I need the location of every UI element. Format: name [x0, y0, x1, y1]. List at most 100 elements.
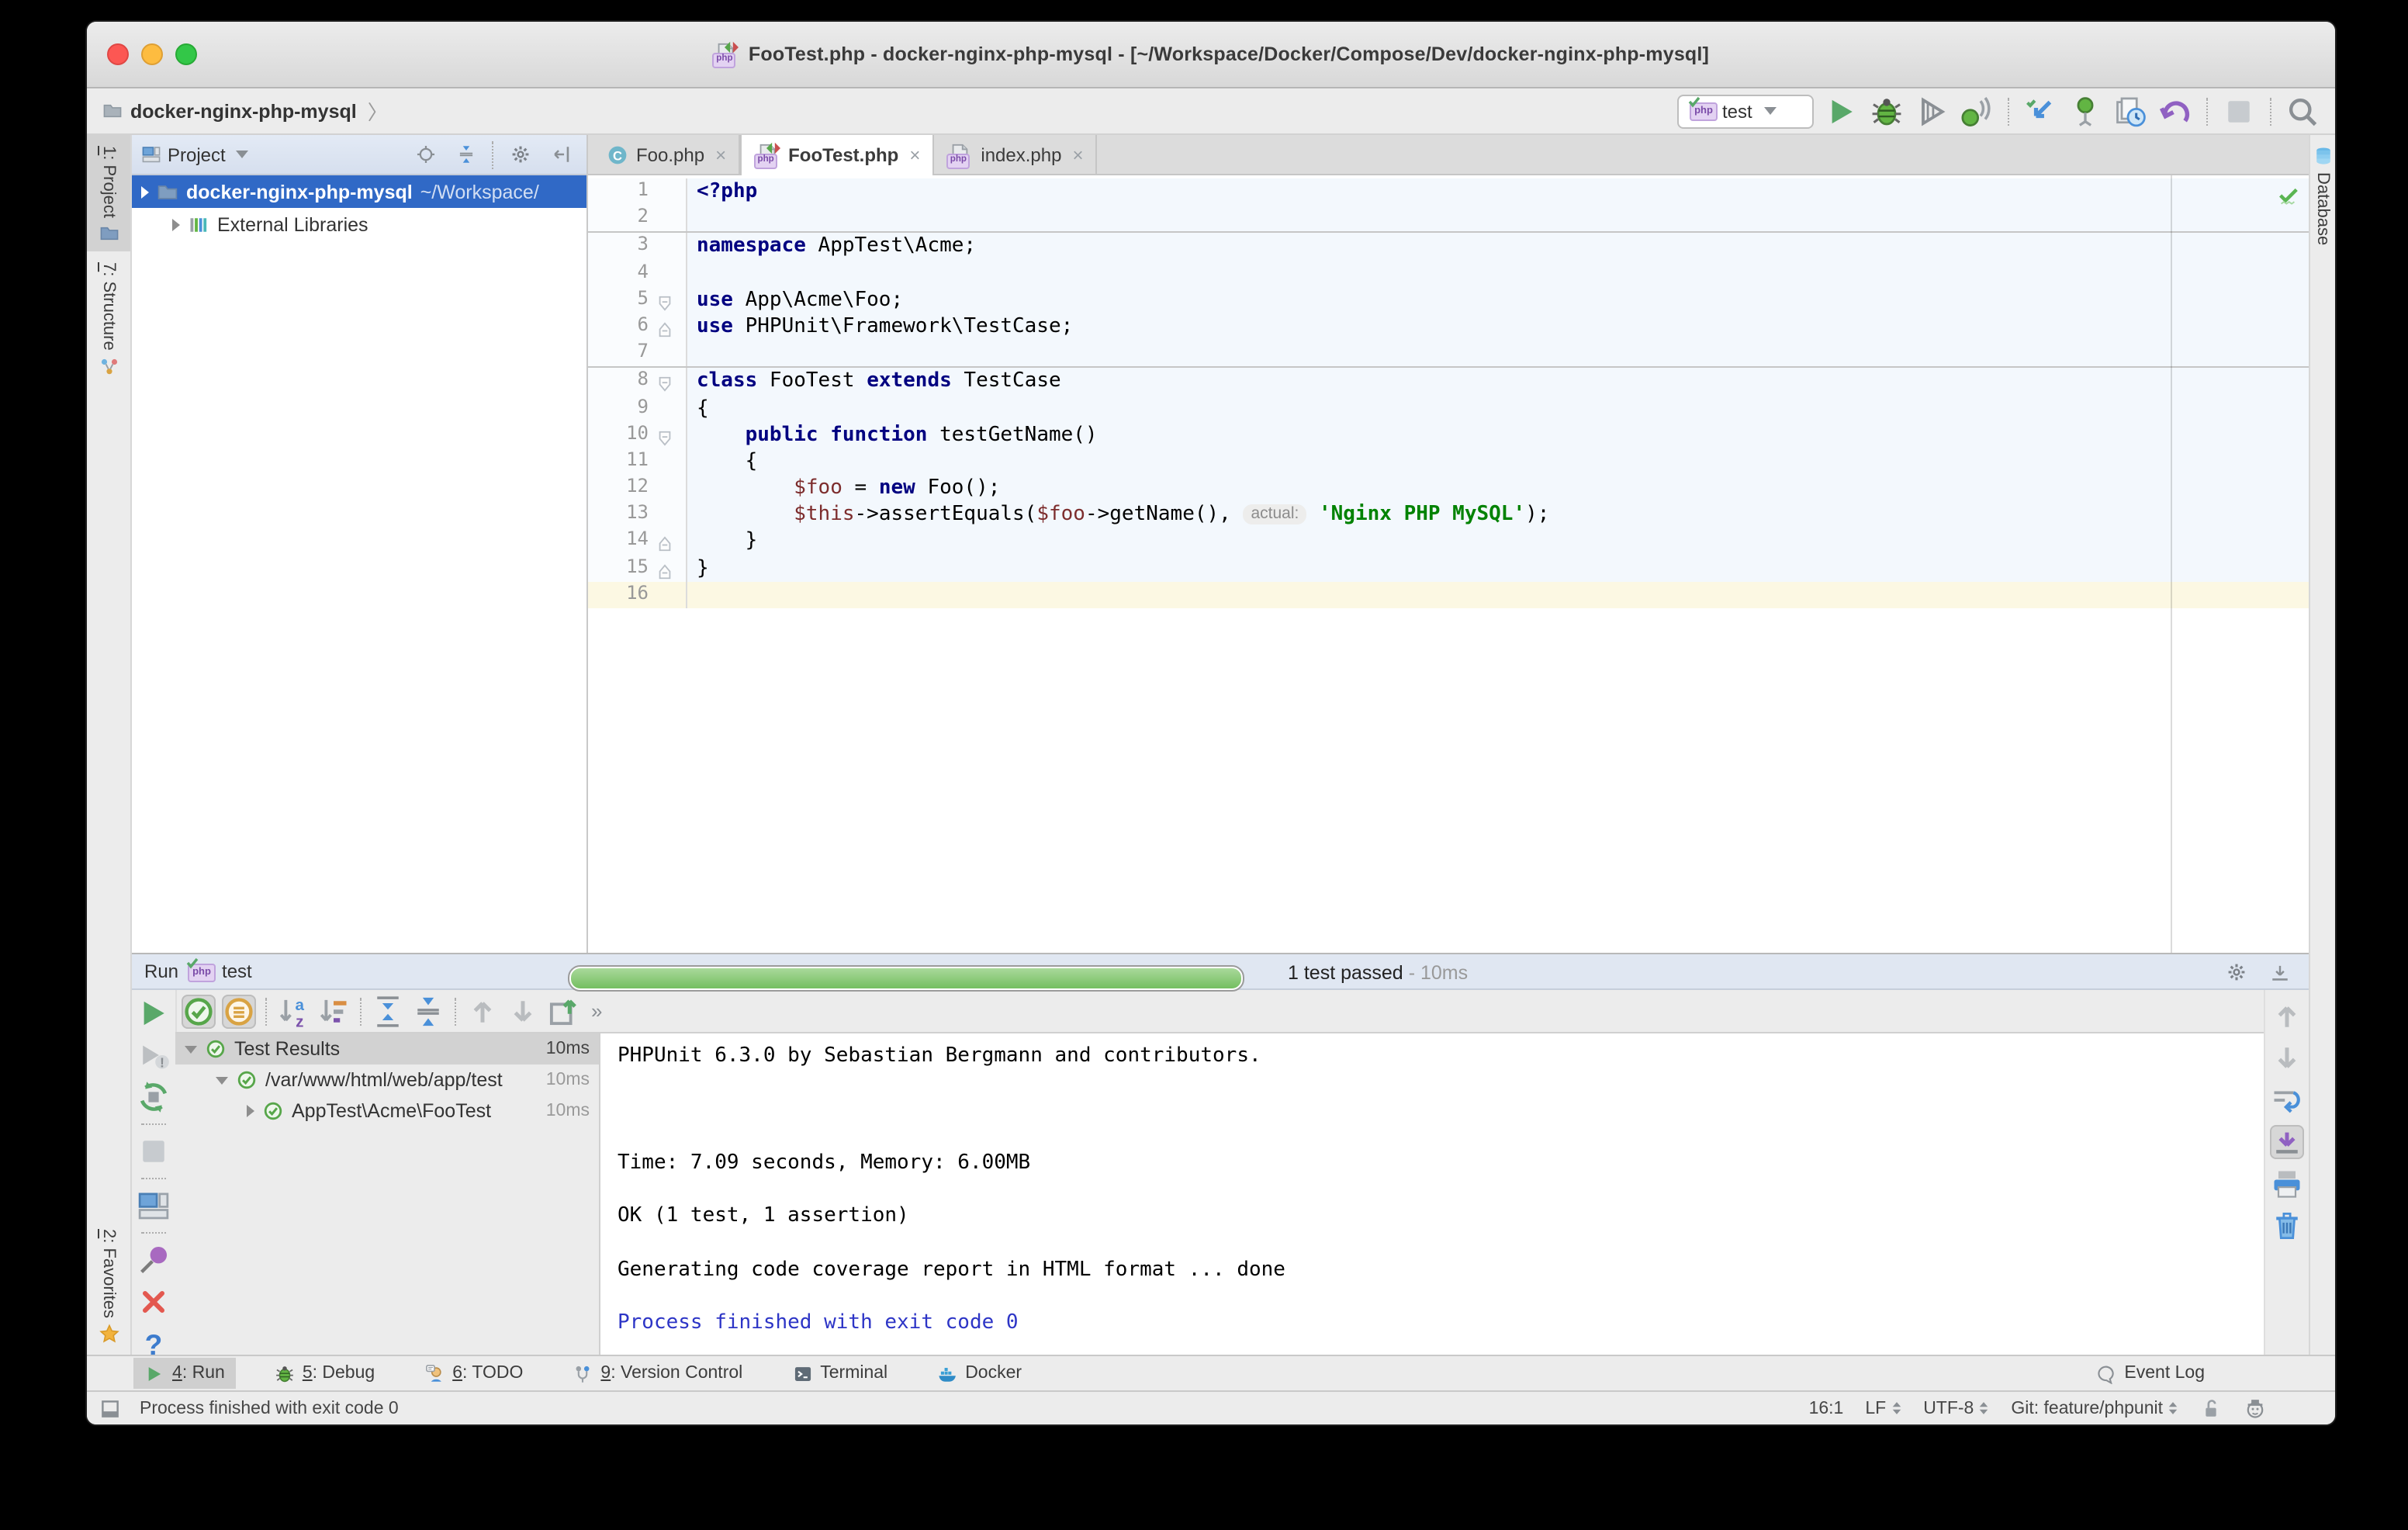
rerun-button[interactable] — [137, 996, 171, 1030]
debug-button[interactable] — [1870, 94, 1904, 128]
tool-window-button-versioncontrol[interactable]: 9: Version Control — [562, 1358, 753, 1389]
collapse-all-button[interactable] — [411, 994, 445, 1028]
tool-window-button-run[interactable]: 4: Run — [133, 1358, 236, 1389]
settings-gear-button[interactable] — [2219, 954, 2253, 988]
local-history-button[interactable] — [2113, 94, 2147, 128]
event-log-button[interactable]: Event Log — [2096, 1363, 2205, 1383]
clear-all-button[interactable] — [2270, 1209, 2304, 1243]
encoding-select[interactable]: UTF-8 — [1923, 1399, 1989, 1418]
show-passed-button[interactable] — [182, 994, 216, 1028]
tool-window-button-terminal[interactable]: Terminal — [781, 1358, 898, 1389]
code-text[interactable]: use App\Acme\Foo; — [687, 287, 2309, 313]
editor-gutter[interactable]: 12 — [588, 475, 687, 501]
print-button[interactable] — [2270, 1167, 2304, 1201]
tab-footest-php[interactable]: phpFooTest.php× — [740, 135, 934, 175]
editor-gutter[interactable]: 3 — [588, 234, 687, 260]
attach-profiler-button[interactable] — [1960, 94, 1994, 128]
rerun-failed-tests-button[interactable]: ! — [137, 1038, 171, 1072]
editor-gutter[interactable]: 4 — [588, 260, 687, 286]
editor-gutter[interactable]: 11 — [588, 448, 687, 475]
project-tree-row[interactable]: docker-nginx-php-mysql ~/Workspace/ — [132, 175, 586, 208]
code-text[interactable]: { — [687, 395, 2309, 421]
scroll-to-end-button[interactable] — [2270, 1125, 2304, 1159]
chevron-down-icon[interactable] — [237, 151, 249, 158]
project-tree-row[interactable]: External Libraries — [132, 208, 586, 241]
code-text[interactable]: { — [687, 448, 2309, 475]
inspection-profile-icon[interactable] — [2244, 1397, 2267, 1420]
pin-tab-button[interactable] — [137, 1243, 171, 1277]
run-with-coverage-button[interactable] — [1915, 94, 1949, 128]
breadcrumb[interactable]: docker-nginx-php-mysql 〉 — [102, 96, 388, 126]
scroll-up-button[interactable] — [2270, 999, 2304, 1033]
help-button[interactable]: ? — [137, 1327, 171, 1361]
inspection-ok-icon[interactable] — [2276, 183, 2299, 206]
editor-gutter[interactable]: 7 — [588, 340, 687, 366]
tool-stripe-button-database[interactable]: Database — [2310, 135, 2335, 253]
code-text[interactable]: $this->assertEquals($foo->getName(), act… — [687, 502, 2309, 528]
restore-layout-button[interactable] — [137, 1189, 171, 1223]
tool-stripe-button-structure[interactable]: 7: Structure — [87, 252, 130, 386]
sort-by-duration-button[interactable] — [317, 994, 351, 1028]
code-text[interactable] — [687, 205, 2309, 231]
test-tree-row[interactable]: Test Results10ms — [175, 1033, 599, 1064]
code-text[interactable]: public function testGetName() — [687, 421, 2309, 448]
collapse-all-button[interactable] — [448, 137, 483, 171]
previous-occurrence-button[interactable] — [465, 994, 500, 1028]
sort-alphabetically-button[interactable]: az — [276, 994, 310, 1028]
test-tree-row[interactable]: /var/www/html/web/app/test10ms — [175, 1064, 599, 1096]
test-tree-row[interactable]: AppTest\Acme\FooTest10ms — [175, 1096, 599, 1127]
code-text[interactable] — [687, 582, 2309, 608]
stop-button[interactable] — [137, 1134, 171, 1168]
close-tab-icon[interactable]: × — [909, 144, 920, 166]
breadcrumb-project[interactable]: docker-nginx-php-mysql — [130, 100, 357, 122]
code-text[interactable]: } — [687, 528, 2309, 555]
unlocked-icon[interactable] — [2200, 1397, 2222, 1419]
show-ignored-button[interactable] — [222, 994, 256, 1028]
scroll-from-source-button[interactable] — [408, 137, 442, 171]
chevron-right-icon[interactable] — [141, 185, 149, 198]
export-test-results-button[interactable] — [546, 994, 580, 1028]
toggle-auto-test-button[interactable] — [137, 1080, 171, 1114]
tool-stripe-button-project[interactable]: 1: Project — [87, 135, 130, 252]
code-text[interactable]: $foo = new Foo(); — [687, 475, 2309, 501]
code-text[interactable] — [687, 340, 2309, 366]
tool-stripe-button-favorites[interactable]: 2: Favorites — [87, 1217, 130, 1352]
expand-all-button[interactable] — [371, 994, 405, 1028]
close-tab-icon[interactable]: × — [1072, 144, 1083, 165]
more-actions-icon[interactable]: » — [586, 999, 607, 1023]
titlebar[interactable]: php FooTest.php - docker-nginx-php-mysql… — [87, 22, 2335, 88]
hide-panel-button[interactable] — [543, 137, 577, 171]
tool-window-switcher-icon[interactable] — [99, 1397, 121, 1419]
tool-window-button-docker[interactable]: Docker — [926, 1358, 1033, 1389]
tool-window-button-todo[interactable]: 6: TODO — [413, 1358, 534, 1389]
editor-gutter[interactable]: 14 — [588, 528, 687, 555]
run-button[interactable] — [1825, 94, 1859, 128]
code-text[interactable]: } — [687, 555, 2309, 581]
run-console[interactable]: PHPUnit 6.3.0 by Sebastian Bergmann and … — [599, 1032, 2265, 1355]
editor-gutter[interactable]: 2 — [588, 205, 687, 231]
search-everywhere-button[interactable] — [2285, 94, 2320, 128]
scroll-down-button[interactable] — [2270, 1041, 2304, 1075]
rollback-button[interactable] — [2158, 94, 2192, 128]
editor-gutter[interactable]: 13 — [588, 502, 687, 528]
close-panel-button[interactable] — [137, 1285, 171, 1319]
code-text[interactable]: use PHPUnit\Framework\TestCase; — [687, 313, 2309, 340]
soft-wrap-button[interactable] — [2270, 1083, 2304, 1117]
run-configuration-select[interactable]: php test — [1677, 94, 1814, 128]
editor-gutter[interactable]: 9 — [588, 395, 687, 421]
tool-window-button-debug[interactable]: 5: Debug — [264, 1358, 386, 1389]
editor-gutter[interactable]: 6 — [588, 313, 687, 340]
editor-gutter[interactable]: 5 — [588, 287, 687, 313]
chevron-right-icon[interactable] — [172, 218, 180, 230]
stop-button[interactable] — [2222, 94, 2256, 128]
tab-foo-php[interactable]: CFoo.php× — [594, 135, 740, 174]
settings-gear-button[interactable] — [503, 137, 537, 171]
code-text[interactable]: <?php — [687, 178, 2309, 205]
hide-panel-button[interactable] — [2262, 954, 2296, 988]
editor-gutter[interactable]: 1 — [588, 178, 687, 205]
close-tab-icon[interactable]: × — [715, 144, 726, 165]
line-ending-select[interactable]: LF — [1865, 1399, 1901, 1418]
chevron-right-icon[interactable] — [247, 1105, 254, 1117]
code-text[interactable]: namespace AppTest\Acme; — [687, 234, 2309, 260]
chevron-down-icon[interactable] — [185, 1045, 197, 1053]
